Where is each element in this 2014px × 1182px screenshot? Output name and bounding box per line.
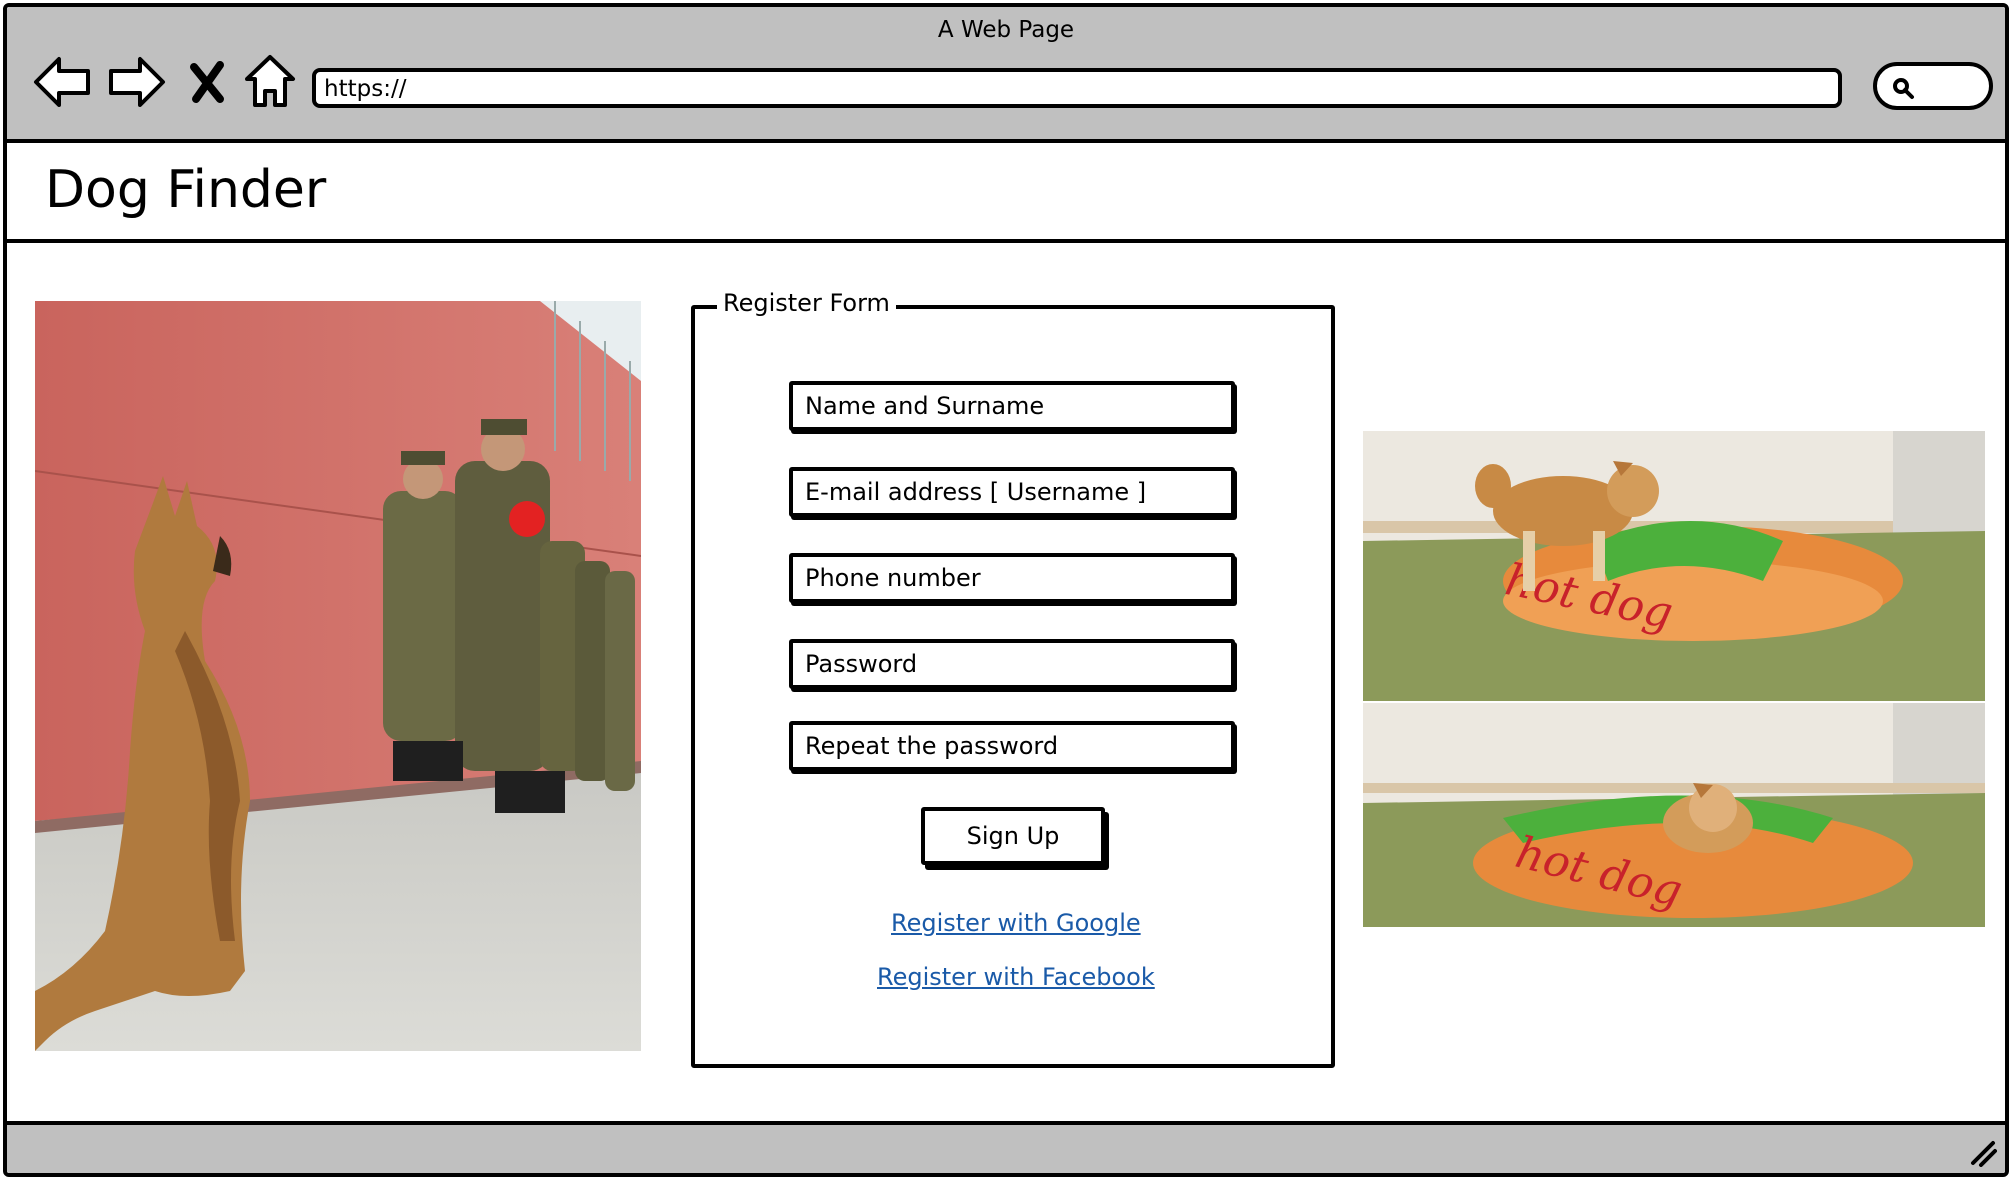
close-x-icon[interactable] [182,51,232,113]
status-bar [7,1121,2005,1173]
name-surname-input[interactable]: Name and Surname [789,381,1235,431]
app-header: Dog Finder [7,143,2005,243]
address-bar-value: https:// [324,76,407,102]
password-input[interactable]: Password [789,639,1235,689]
register-google-link[interactable]: Register with Google [891,909,1141,937]
phone-number-input[interactable]: Phone number [789,553,1235,603]
browser-chrome: A Web Page https:// [7,7,2005,143]
window-title: A Web Page [937,17,1075,43]
register-facebook-link[interactable]: Register with Facebook [877,963,1155,991]
browser-search-field[interactable] [1873,62,1993,110]
browser-window: A Web Page https:// Dog Finder Register … [3,3,2009,1177]
dog-saluting-soldiers-photo [35,301,641,1051]
app-title: Dog Finder [45,160,327,220]
back-arrow-icon[interactable] [32,51,94,113]
shiba-in-hotdog-bed-photo: hot dog [1363,703,1985,927]
repeat-password-input[interactable]: Repeat the password [789,721,1235,771]
register-form-legend: Register Form [717,289,896,317]
home-icon[interactable] [239,51,301,113]
search-icon [1893,78,1914,99]
resize-grip-icon[interactable] [1967,1137,1997,1167]
email-username-input[interactable]: E-mail address [ Username ] [789,467,1235,517]
forward-arrow-icon[interactable] [105,51,167,113]
address-bar[interactable]: https:// [312,68,1842,108]
shiba-on-hotdog-bed-photo: hot dog [1363,431,1985,701]
sign-up-button[interactable]: Sign Up [921,807,1105,865]
